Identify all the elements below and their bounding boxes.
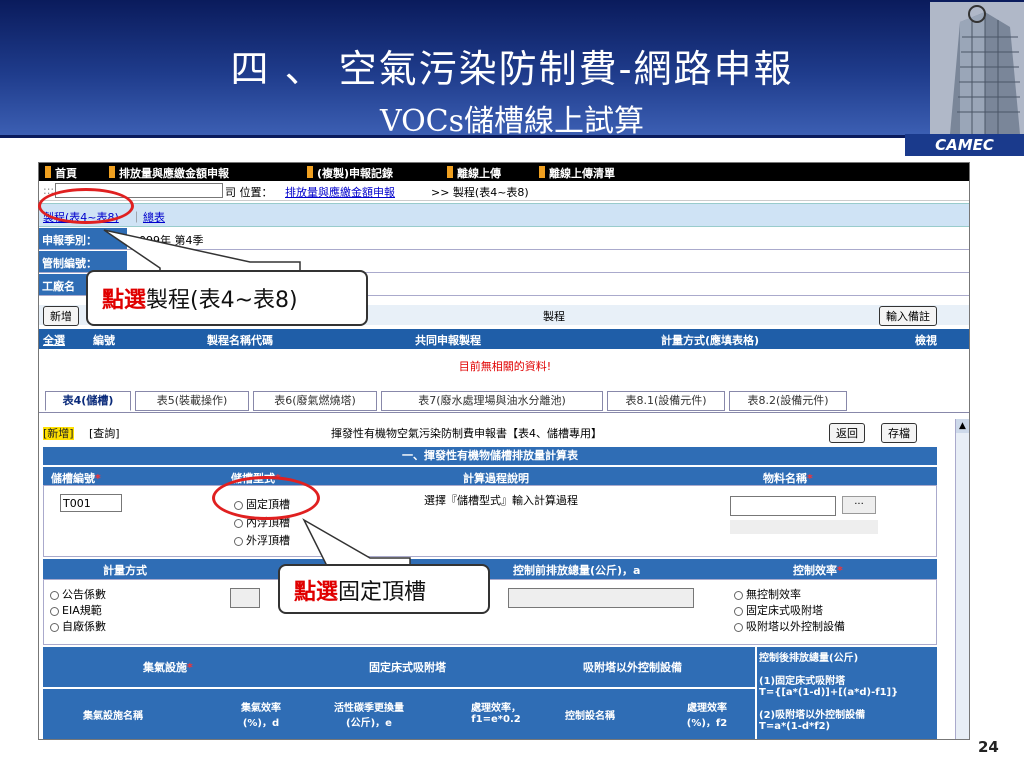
post-control-label: 控制後排放總量(公斤) — [759, 653, 859, 664]
sub-carbon: 活性碳季更換量 (公斤)，e — [334, 703, 404, 729]
sub-f2: 處理效率 (%)，f2 — [686, 703, 728, 729]
form-tabs: 表4(儲槽) 表5(裝載操作) 表6(廢氣燃燒塔) 表7(廢水處理場與油水分離池… — [39, 389, 969, 413]
form-add-link[interactable]: [新增] — [43, 425, 74, 441]
measure-value-input[interactable] — [230, 588, 260, 608]
form-title: 揮發性有機物空氣污染防制費申報書【表4、儲槽專用】 — [331, 427, 602, 440]
material-input[interactable] — [730, 496, 836, 516]
col-number: 編號 — [93, 334, 115, 347]
slide-subtitle: VOCs儲槽線上試算 — [379, 104, 645, 139]
process-table-header: 全選 編號 製程名稱代碼 共同申報製程 計量方式(應填表格) 檢視 — [39, 329, 969, 349]
col-process-code: 製程名稱代碼 — [207, 334, 273, 347]
slide-title: 四 、 空氣污染防制費-網路申報 — [230, 47, 794, 91]
tab-table7-wastewater[interactable]: 表7(廢水處理場與油水分離池) — [381, 391, 603, 411]
location-link[interactable]: 排放量與應繳金額申報 — [285, 184, 395, 200]
nav-home[interactable]: 首頁 — [45, 165, 77, 181]
section1-col-headers: 儲槽編號* 儲槽型式* 計算過程說明 物料名稱* — [43, 467, 937, 485]
col-measure-method: 計量方式(應填表格) — [661, 334, 760, 347]
nav-offline-upload-list[interactable]: 離線上傳清單 — [539, 165, 615, 181]
col-pre-control: 控制前排放總量(公斤)，a — [513, 564, 641, 577]
tab-table5-loading[interactable]: 表5(裝載操作) — [135, 391, 249, 411]
sub-f1: 處理效率， f1=e*0.2 — [471, 703, 521, 725]
form-query-link[interactable]: [查詢] — [89, 425, 120, 441]
building-logo-icon — [930, 2, 1024, 134]
measure-eia[interactable]: EIA規範 — [50, 602, 102, 618]
col-common-process: 共同申報製程 — [415, 334, 481, 347]
sub-ctrl-name: 控制設名稱 — [565, 711, 615, 722]
tank-type-external-float[interactable]: 外浮頂槽 — [234, 532, 290, 548]
section2-headers: 計量方式 控制前排放總量(公斤)，a 控制效率* — [43, 559, 937, 579]
section3-headers: 集氣設施* 固定床式吸附塔 吸附塔以外控制設備 — [43, 647, 755, 687]
section1-header: 一、揮發性有機物儲槽排放量計算表 — [43, 447, 937, 465]
eff-fixed-bed[interactable]: 固定床式吸附塔 — [734, 602, 823, 618]
col-collect: 集氣設施* — [143, 661, 193, 674]
page-number: 24 — [978, 738, 999, 756]
col-efficiency: 控制效率* — [793, 564, 843, 577]
process-add-button[interactable]: 新增 — [43, 306, 79, 326]
main-tabs: 製程(表4~表8) ｜ 總表 — [39, 203, 969, 227]
tab-separator: ｜ — [131, 211, 142, 224]
col-calc-desc: 計算過程說明 — [463, 472, 529, 485]
tab-table8-1-equipment[interactable]: 表8.1(設備元件) — [607, 391, 725, 411]
formula2: (2)吸附塔以外控制設備 — [759, 710, 866, 721]
col-tank-no: 儲槽編號* — [51, 472, 101, 485]
tank-no-input[interactable]: T001 — [60, 494, 122, 512]
empty-message: 目前無相關的資料! — [458, 360, 552, 373]
callout-fixed-tank: 點選固定頂槽 — [278, 564, 490, 614]
calc-desc-text: 選擇『儲槽型式』輸入計算過程 — [424, 494, 578, 507]
eff-none[interactable]: 無控制效率 — [734, 586, 801, 602]
col-view: 檢視 — [915, 334, 937, 347]
col-measure: 計量方式 — [103, 564, 147, 577]
nav-copy-records[interactable]: (複製)申報記錄 — [307, 165, 393, 181]
callout-process: 點選製程(表4~表8) — [86, 270, 368, 326]
tab-table8-2-equipment[interactable]: 表8.2(設備元件) — [729, 391, 847, 411]
nav-offline-upload[interactable]: 離線上傳 — [447, 165, 501, 181]
location-bar: ::: 司 位置： 排放量與應繳金額申報 >> 製程(表4~表8) — [39, 181, 969, 201]
formula1: (1)固定床式吸附塔 — [759, 676, 846, 687]
form-scrollbar[interactable]: ▲ — [955, 419, 969, 739]
tank-form: [新增] [查詢] 揮發性有機物空氣污染防制費申報書【表4、儲槽專用】 返回 存… — [39, 419, 955, 739]
sub-collect-name: 集氣設施名稱 — [83, 711, 143, 722]
section3-subheaders: 集氣設施名稱 集氣效率 (%)，d 活性碳季更換量 (公斤)，e 處理效率， f… — [43, 689, 755, 739]
section1-row: T001 固定頂槽 內浮頂槽 外浮頂槽 選擇『儲槽型式』輸入計算過程 ··· — [43, 485, 937, 557]
formula2b: T=a*(1-d*f2) — [759, 721, 831, 732]
location-current: >> 製程(表4~表8) — [431, 186, 529, 199]
material-readonly — [730, 520, 878, 534]
process-title: 製程 — [543, 310, 565, 323]
highlight-ellipse-process — [38, 188, 134, 224]
measure-announced[interactable]: 公告係數 — [50, 586, 106, 602]
pre-control-input[interactable] — [508, 588, 694, 608]
material-picker-icon[interactable]: ··· — [842, 496, 876, 514]
tab-summary[interactable]: 總表 — [143, 209, 165, 225]
tab-table4-tank[interactable]: 表4(儲槽) — [45, 391, 131, 411]
eff-other[interactable]: 吸附塔以外控制設備 — [734, 618, 845, 634]
col-material: 物料名稱* — [763, 472, 813, 485]
col-fixed-bed: 固定床式吸附塔 — [369, 661, 446, 674]
nav-emission-report[interactable]: 排放量與應繳金額申報 — [109, 165, 229, 181]
save-button[interactable]: 存檔 — [881, 423, 917, 443]
highlight-ellipse-fixed-tank — [212, 476, 320, 520]
top-nav: 首頁 排放量與應繳金額申報 (複製)申報記錄 離線上傳 離線上傳清單 — [39, 163, 969, 181]
camec-logo: CAMEC — [905, 134, 1024, 156]
remark-button[interactable]: 輸入備註 — [879, 306, 937, 326]
back-button[interactable]: 返回 — [829, 423, 865, 443]
measure-self[interactable]: 自廠係數 — [50, 618, 106, 634]
location-label: 司 位置： — [225, 186, 273, 199]
formula1b: T={[a*(1-d)]+[(a*d)-f1]} — [759, 687, 899, 698]
tab-table6-flare[interactable]: 表6(廢氣燃燒塔) — [253, 391, 377, 411]
select-all-link[interactable]: 全選 — [43, 332, 65, 348]
scroll-up-icon[interactable]: ▲ — [956, 419, 969, 433]
sub-collect-eff: 集氣效率 (%)，d — [241, 703, 281, 729]
formula-panel: 控制後排放總量(公斤) (1)固定床式吸附塔 T={[a*(1-d)]+[(a*… — [757, 647, 937, 739]
col-other-ctrl: 吸附塔以外控制設備 — [583, 661, 682, 674]
section2-row: 公告係數 EIA規範 自廠係數 無控制效率 固定床式吸附塔 吸附塔以外控制設備 — [43, 579, 937, 645]
